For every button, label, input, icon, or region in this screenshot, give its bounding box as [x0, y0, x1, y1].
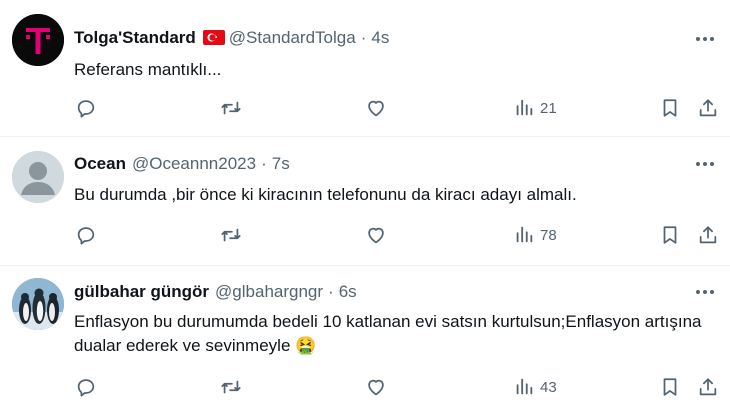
separator-dot: ·	[360, 28, 367, 47]
views-count: 78	[540, 226, 557, 244]
more-horizontal-icon[interactable]	[694, 281, 716, 303]
avatar[interactable]	[12, 14, 64, 66]
default-profile-icon	[12, 151, 64, 203]
bookmark-icon	[663, 378, 677, 396]
reply-button[interactable]	[75, 220, 97, 250]
views-icon	[516, 226, 533, 243]
retweet-button[interactable]	[220, 220, 242, 250]
like-button[interactable]	[365, 372, 387, 402]
views-count: 43	[540, 378, 557, 396]
views-icon	[516, 99, 533, 116]
tweet[interactable]: gülbahar güngör @glbahargngr · 6s Enflas…	[0, 266, 730, 420]
views-button[interactable]: 21	[513, 93, 557, 123]
author-handle[interactable]: @StandardTolga	[229, 28, 356, 48]
tweet-text: Enflasyon bu durumumda bedeli 10 katlana…	[74, 312, 702, 355]
views-button[interactable]: 43	[513, 372, 557, 402]
reply-icon	[77, 379, 95, 397]
like-icon	[368, 379, 384, 396]
author-name[interactable]: Ocean	[74, 154, 126, 174]
tweet-text: Referans mantıklı...	[74, 60, 222, 79]
separator-dot: ·	[261, 154, 267, 173]
retweet-icon	[221, 380, 241, 394]
like-icon	[368, 227, 384, 244]
share-button[interactable]	[697, 93, 719, 123]
share-button[interactable]	[697, 220, 719, 250]
bookmark-button[interactable]	[659, 372, 681, 402]
share-icon	[699, 99, 717, 117]
magenta-t-logo-icon	[12, 14, 64, 66]
share-icon	[699, 378, 717, 396]
timestamp[interactable]: 6s	[339, 282, 357, 302]
more-horizontal-icon[interactable]	[694, 28, 716, 50]
separator-dot: ·	[328, 282, 334, 301]
more-horizontal-icon[interactable]	[694, 153, 716, 175]
author-name[interactable]: gülbahar güngör	[74, 282, 209, 302]
timestamp[interactable]: 4s	[371, 28, 389, 48]
tweet[interactable]: Ocean @Oceannn2023 · 7s Bu durumda ,bir …	[0, 137, 730, 265]
like-button[interactable]	[365, 220, 387, 250]
retweet-button[interactable]	[220, 372, 242, 402]
timestamp[interactable]: 7s	[272, 154, 290, 174]
bookmark-button[interactable]	[659, 93, 681, 123]
retweet-button[interactable]	[220, 93, 242, 123]
views-icon	[516, 378, 533, 395]
turkey-flag-icon	[202, 30, 225, 45]
like-button[interactable]	[365, 93, 387, 123]
author-name[interactable]: Tolga'Standard	[74, 28, 196, 48]
share-button[interactable]	[697, 372, 719, 402]
tweet-actions: 78	[0, 220, 730, 250]
author-handle[interactable]: @Oceannn2023	[132, 154, 256, 174]
retweet-icon	[221, 228, 241, 242]
penguins-photo-icon	[12, 278, 64, 330]
reply-icon	[77, 227, 95, 245]
bookmark-icon	[663, 226, 677, 244]
views-count: 21	[540, 99, 557, 117]
tweet-actions: 43	[0, 372, 730, 402]
author-handle[interactable]: @glbahargngr	[215, 282, 323, 302]
bookmark-icon	[663, 99, 677, 117]
reply-button[interactable]	[75, 93, 97, 123]
avatar[interactable]	[12, 151, 64, 203]
tweet-actions: 21	[0, 93, 730, 123]
reply-button[interactable]	[75, 372, 97, 402]
tweet-text: Bu durumda ,bir önce ki kiracının telefo…	[74, 185, 577, 204]
bookmark-button[interactable]	[659, 220, 681, 250]
views-button[interactable]: 78	[513, 220, 557, 250]
tweet[interactable]: Tolga'Standard @StandardTolga · 4s Refer…	[0, 0, 730, 136]
share-icon	[699, 226, 717, 244]
like-icon	[368, 100, 384, 117]
reply-icon	[77, 100, 95, 118]
retweet-icon	[221, 101, 241, 115]
avatar[interactable]	[12, 278, 64, 330]
